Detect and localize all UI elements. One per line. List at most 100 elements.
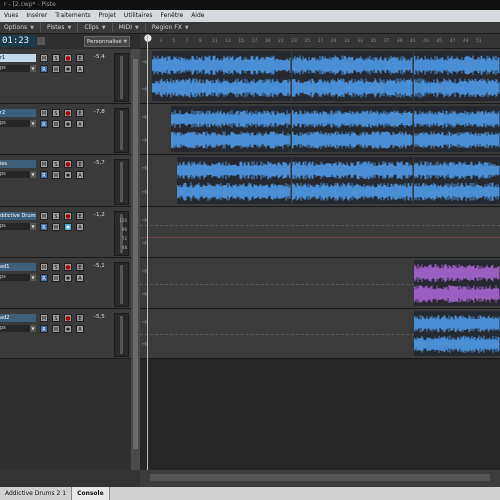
timeline-ruler[interactable]: ⬤ 13579111315171921232527293133353739414… [140,34,500,49]
clips-menu[interactable]: Clips ▼ [78,24,111,31]
pistes-menu[interactable]: Pistes ▼ [41,24,77,31]
track-header[interactable]: ad1 ps ▼ M S ● E R W ✱ A -5,1 [0,258,131,309]
track-header[interactable]: ad2 ps ▼ M S ● E R W ✱ A -5,5 [0,309,131,359]
time-display[interactable]: 01:23 [0,35,36,47]
track-fx-button[interactable]: ✱ [64,223,72,231]
track-header[interactable]: r1 ps ▼ M S ● E R W ✱ A -5,4 [0,49,131,104]
track-solo-button[interactable]: S [52,109,60,117]
track-volume-value[interactable]: -1,2 [94,212,105,218]
track-fx-button[interactable]: ✱ [64,274,72,282]
track-read-button[interactable]: R [40,65,48,73]
track-header[interactable]: ddictive Drums ps ▼ M S ● E R W ✱ A -1,2 120 96 72 48 [0,207,131,258]
track-write-button[interactable]: W [52,120,60,128]
track-header[interactable]: r2 ps ▼ M S ● E R W ✱ A -7,8 [0,104,131,155]
time-format-button[interactable] [37,37,45,45]
track-lane[interactable]: ⊣ ⊣ [140,207,500,258]
track-input-select[interactable]: ps ▼ [0,120,36,127]
track-volume-value[interactable]: -5,5 [94,314,105,320]
track-write-button[interactable]: W [52,65,60,73]
track-write-button[interactable]: W [52,171,60,179]
track-read-button[interactable]: R [40,325,48,333]
track-input-select[interactable]: ps ▼ [0,274,36,281]
track-record-button[interactable]: ● [64,263,72,271]
track-echo-button[interactable]: E [76,109,84,117]
audio-clip[interactable] [152,49,291,103]
track-echo-button[interactable]: E [76,160,84,168]
track-arm-button[interactable]: A [76,274,84,282]
track-record-button[interactable]: ● [64,314,72,322]
track-write-button[interactable]: W [52,223,60,231]
menu-utilitaires[interactable]: Utilitaires [120,10,157,22]
track-lane[interactable]: ⊣ ⊣ [140,49,500,104]
track-volume-value[interactable]: -7,8 [94,109,105,115]
track-echo-button[interactable]: E [76,263,84,271]
track-read-button[interactable]: R [40,120,48,128]
audio-clip[interactable] [171,104,291,154]
track-arm-button[interactable]: A [76,325,84,333]
track-mute-button[interactable]: M [40,160,48,168]
menu-vues[interactable]: Vues [0,10,22,22]
track-lane[interactable]: ⊣ ⊣ [140,258,500,309]
track-write-button[interactable]: W [52,274,60,282]
track-record-button[interactable]: ● [64,109,72,117]
audio-clip[interactable] [414,258,500,308]
audio-clip[interactable] [414,309,500,358]
track-mute-button[interactable]: M [40,263,48,271]
audio-clip[interactable] [177,155,291,206]
track-fx-button[interactable]: ✱ [64,325,72,333]
track-volume-value[interactable]: -5,1 [94,263,105,269]
track-header[interactable]: ies ps ▼ M S ● E R W ✱ A -5,7 [0,155,131,207]
track-solo-button[interactable]: S [52,263,60,271]
track-record-button[interactable]: ● [64,212,72,220]
track-arm-button[interactable]: A [76,120,84,128]
track-read-button[interactable]: R [40,223,48,231]
track-lane[interactable]: ⊣ ⊣ [140,309,500,359]
track-input-select[interactable]: ps ▼ [0,171,36,178]
vertical-scrollbar[interactable] [131,49,140,470]
track-volume-value[interactable]: -5,7 [94,160,105,166]
menu-aide[interactable]: Aide [187,10,208,22]
track-mute-button[interactable]: M [40,212,48,220]
automation-line[interactable] [140,237,500,238]
track-record-button[interactable]: ● [64,160,72,168]
tab-console[interactable]: Console [72,487,110,500]
menu-inserer[interactable]: Insérer [22,10,51,22]
track-solo-button[interactable]: S [52,212,60,220]
track-name[interactable]: ies [0,160,36,168]
horizontal-scrollbar[interactable] [150,474,490,481]
tab-addictive-drums[interactable]: Addictive Drums 2 1 [0,487,73,500]
menu-projet[interactable]: Projet [95,10,120,22]
track-solo-button[interactable]: S [52,54,60,62]
clips-pane[interactable]: ⊣ ⊣ ⊣ ⊣ ⊣ ⊣ ⊣ ⊣ ⊣ ⊣ ⊣ ⊣ [140,49,500,470]
track-lane[interactable]: ⊣ ⊣ [140,104,500,155]
track-mute-button[interactable]: M [40,314,48,322]
track-fx-button[interactable]: ✱ [64,171,72,179]
layout-select[interactable]: Personnalisé ▼ [84,36,130,47]
track-echo-button[interactable]: E [76,314,84,322]
track-input-select[interactable]: ps ▼ [0,223,36,230]
track-input-select[interactable]: ps ▼ [0,325,36,332]
track-echo-button[interactable]: E [76,212,84,220]
track-mute-button[interactable]: M [40,54,48,62]
track-mute-button[interactable]: M [40,109,48,117]
audio-clip[interactable] [414,155,500,206]
audio-clip[interactable] [292,104,413,154]
track-record-button[interactable]: ● [64,54,72,62]
track-read-button[interactable]: R [40,274,48,282]
track-name[interactable]: ad1 [0,263,36,271]
track-volume-value[interactable]: -5,4 [94,54,105,60]
track-name[interactable]: r1 [0,54,36,62]
track-name[interactable]: r2 [0,109,36,117]
track-read-button[interactable]: R [40,171,48,179]
track-name[interactable]: ddictive Drums [0,212,36,220]
track-solo-button[interactable]: S [52,314,60,322]
menu-traitements[interactable]: Traitements [51,10,94,22]
track-name[interactable]: ad2 [0,314,36,322]
track-lane[interactable]: ⊣ ⊣ [140,155,500,207]
track-echo-button[interactable]: E [76,54,84,62]
region-fx-menu[interactable]: Region FX ▼ [146,24,195,31]
track-arm-button[interactable]: A [76,171,84,179]
track-input-select[interactable]: ps ▼ [0,65,36,72]
audio-clip[interactable] [292,49,413,103]
track-fx-button[interactable]: ✱ [64,120,72,128]
